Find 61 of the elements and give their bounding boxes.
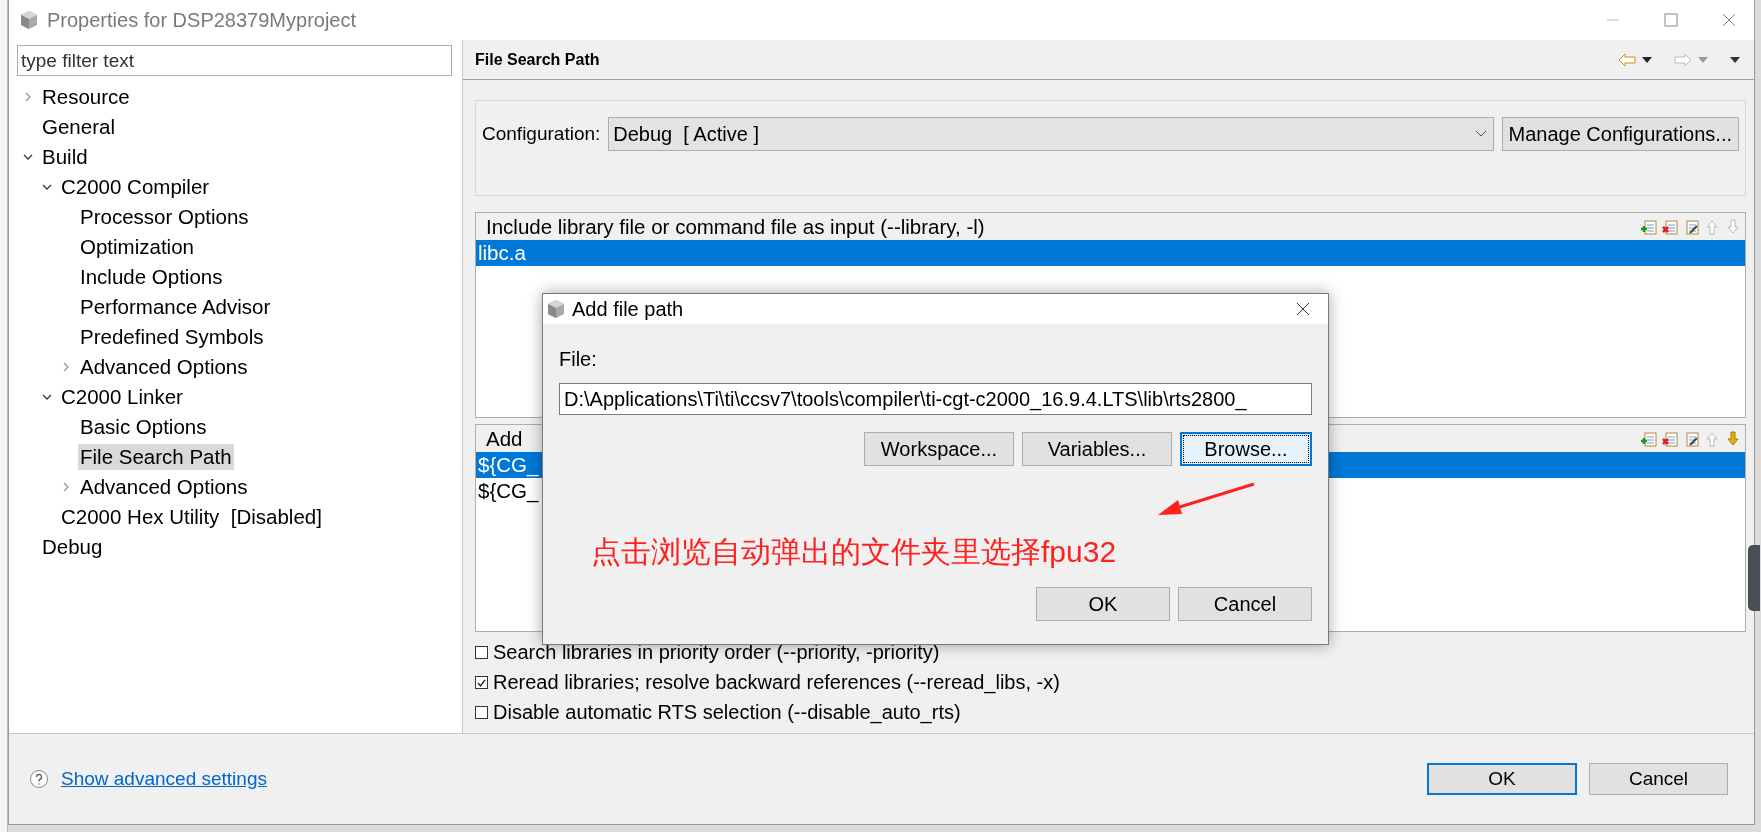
manage-configurations-button[interactable]: Manage Configurations... (1501, 117, 1739, 151)
page-title: File Search Path (475, 50, 601, 69)
menu-dropdown-icon[interactable] (1730, 56, 1740, 63)
back-arrow-icon[interactable] (1618, 52, 1636, 67)
show-advanced-settings-link[interactable]: Show advanced settings (61, 768, 1415, 790)
tree-item[interactable]: File Search Path (78, 444, 234, 470)
dialog-button[interactable]: Workspace... (864, 432, 1014, 466)
forward-arrow-icon[interactable] (1674, 52, 1692, 67)
option-label: Disable automatic RTS selection (--disable_auto_rts) (493, 701, 961, 724)
dialog-title: Add file path (572, 297, 685, 321)
tree-item[interactable]: Build (40, 144, 90, 170)
checkbox[interactable] (475, 706, 488, 719)
filter-field[interactable]: type filter text (17, 45, 452, 76)
annotation-text: 点击浏览自动弹出的文件夹里选择fpu32 (591, 534, 1117, 570)
dropdown-icon[interactable] (1642, 56, 1652, 63)
app-cube-icon (19, 10, 39, 30)
footer-button[interactable]: OK (1427, 763, 1577, 795)
down-arrow-icon[interactable] (1725, 430, 1741, 447)
tree-item[interactable]: C2000 Compiler (59, 174, 212, 200)
dialog-button[interactable]: Cancel (1178, 587, 1312, 621)
close-icon[interactable] (1296, 302, 1310, 316)
tree-item[interactable]: Advanced Options (78, 474, 250, 500)
footer-button[interactable]: Cancel (1589, 763, 1728, 795)
tree-item[interactable]: Predefined Symbols (78, 324, 266, 350)
file-path-field[interactable]: D:\Applications\Ti\ti\ccsv7\tools\compiler\ti-cgt-c2000_16.9.4.LTS\lib\rts2800_ (559, 383, 1312, 415)
option-label: Search libraries in priority order (--priority, -priority) (493, 641, 940, 664)
help-icon[interactable] (29, 769, 49, 789)
dialog-button[interactable]: Browse... (1180, 432, 1312, 466)
tree-item[interactable]: Optimization (78, 234, 196, 260)
side-handle[interactable] (1748, 545, 1760, 611)
list-item[interactable]: libc.a (476, 240, 1745, 266)
tree-item[interactable]: Processor Options (78, 204, 251, 230)
dialog-button[interactable]: OK (1036, 587, 1170, 621)
configuration-dropdown[interactable]: Debug [ Active ] (608, 117, 1494, 151)
delete-document-icon[interactable] (1662, 430, 1678, 447)
tree-item[interactable]: Advanced Options (78, 354, 250, 380)
file-label: File: (559, 348, 598, 371)
pointer-arrow-icon (1156, 482, 1256, 518)
tree-item[interactable]: Resource (40, 84, 132, 110)
caret-icon[interactable] (1474, 130, 1487, 138)
tree-item[interactable]: Performance Advisor (78, 294, 273, 320)
edit-document-icon[interactable] (1683, 218, 1699, 235)
dialog-button[interactable]: Variables... (1022, 432, 1172, 466)
configuration-label: Configuration: (482, 123, 601, 145)
list-title: Add (486, 426, 523, 451)
add-document-icon[interactable] (1641, 218, 1657, 235)
tree-item[interactable]: Debug (40, 534, 105, 560)
edit-document-icon[interactable] (1683, 430, 1699, 447)
window-title: Properties for DSP28379Myproject (47, 8, 358, 32)
checkbox[interactable] (475, 676, 488, 689)
tree-item[interactable]: Include Options (78, 264, 225, 290)
tree-item[interactable]: C2000 Hex Utility [Disabled] (59, 504, 324, 530)
checkbox[interactable] (475, 646, 488, 659)
tree-item[interactable]: Basic Options (78, 414, 209, 440)
option-label: Reread libraries; resolve backward references (--reread_libs, -x) (493, 671, 1060, 694)
tree-item[interactable]: General (40, 114, 117, 140)
delete-document-icon[interactable] (1662, 218, 1678, 235)
list-title: Include library file or command file as input (--library, -l) (486, 214, 985, 239)
add-document-icon[interactable] (1641, 430, 1657, 447)
tree-item[interactable]: C2000 Linker (59, 384, 185, 410)
app-cube-icon (546, 299, 566, 319)
